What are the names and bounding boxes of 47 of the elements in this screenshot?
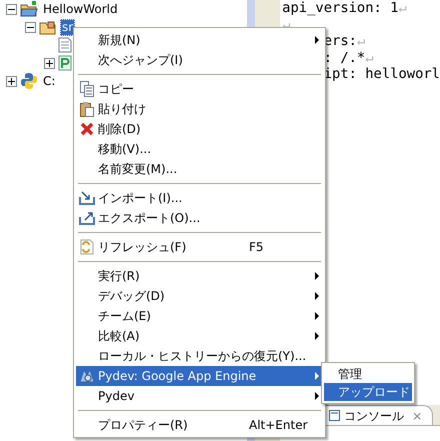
- console-tab[interactable]: コンソール ×: [324, 405, 434, 425]
- line-break-mark: ↵: [356, 33, 366, 50]
- menu-item[interactable]: 移動(V)...: [76, 139, 323, 159]
- menu-item[interactable]: Pydev: Google App Engine: [76, 366, 323, 386]
- menu-item[interactable]: デバッグ(D): [76, 286, 323, 306]
- engine-icon: [79, 368, 95, 384]
- code-line: ipt: helloworl: [324, 66, 440, 82]
- menu-item[interactable]: インポート(I)...: [76, 188, 323, 208]
- line-break-mark: ↵: [365, 50, 374, 66]
- menu-item[interactable]: 管理: [324, 365, 412, 383]
- expand-icon[interactable]: [44, 58, 55, 68]
- menu-item[interactable]: Pydev: [76, 386, 323, 406]
- menu-item[interactable]: エクスポート(O)...: [76, 208, 323, 228]
- project-folder-icon: [20, 1, 38, 17]
- menu-item[interactable]: コピー: [76, 79, 323, 99]
- tree-item-label[interactable]: C:: [41, 72, 58, 90]
- module-icon: [58, 55, 72, 71]
- menu-item[interactable]: 比較(A): [76, 326, 323, 346]
- code-line: : /.*: [324, 50, 366, 66]
- python-icon: [20, 72, 38, 90]
- expand-icon[interactable]: [6, 76, 17, 86]
- copy-icon: [80, 81, 94, 97]
- tree-item-label[interactable]: HellowWorld: [41, 0, 120, 18]
- import-icon: [79, 191, 95, 205]
- menu-item[interactable]: 実行(R): [76, 266, 323, 286]
- collapse-icon[interactable]: [6, 4, 17, 14]
- menu-item[interactable]: 削除(D): [76, 119, 323, 139]
- menu-item[interactable]: ローカル・ヒストリーからの復元(Y)...: [76, 346, 323, 366]
- clipboard-icon: [80, 101, 94, 117]
- console-icon: [329, 410, 340, 421]
- menu-item[interactable]: リフレッシュ(F) F5: [76, 237, 323, 257]
- line-break-mark: ↵: [398, 0, 407, 16]
- menu-item[interactable]: チーム(E): [76, 306, 323, 326]
- menu-item[interactable]: 名前変更(M)...: [76, 159, 323, 179]
- tree-item-label[interactable]: sr: [60, 18, 76, 36]
- refresh-icon: [80, 239, 94, 255]
- code-line: api_version: 1: [282, 0, 398, 16]
- menu-item[interactable]: プロパティー(R) Alt+Enter: [76, 415, 323, 435]
- close-icon[interactable]: ×: [412, 406, 422, 424]
- menu-item[interactable]: 次へジャンプ(I): [76, 50, 323, 70]
- menu-item[interactable]: 新規(N): [76, 30, 323, 50]
- folder-icon: [39, 19, 57, 35]
- delete-icon: [80, 122, 94, 136]
- menu-item[interactable]: 貼り付け: [76, 99, 323, 119]
- collapse-icon[interactable]: [25, 22, 36, 32]
- menu-item[interactable]: アップロード: [324, 383, 412, 401]
- export-icon: [79, 211, 95, 225]
